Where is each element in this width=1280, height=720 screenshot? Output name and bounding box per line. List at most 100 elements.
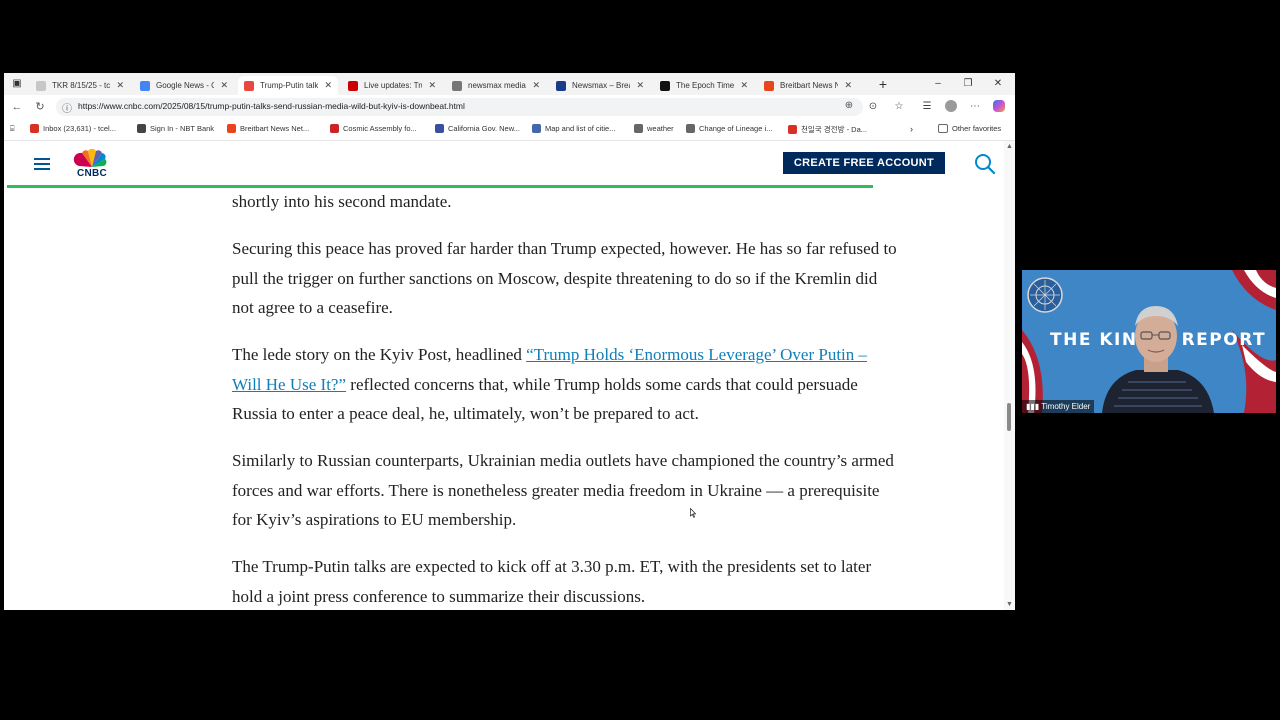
- tab-favicon-icon: [452, 80, 462, 91]
- favorite-link[interactable]: 천일국 경전방 - Da...: [788, 124, 867, 135]
- favorite-star-icon[interactable]: ☆: [892, 100, 906, 114]
- menu-hamburger-icon[interactable]: [34, 158, 50, 170]
- favorite-label: weather: [647, 124, 674, 133]
- cnbc-logo[interactable]: CNBC: [71, 148, 113, 181]
- article-paragraph: shortly into his second mandate.: [232, 192, 452, 211]
- tab-close-icon[interactable]: ✕: [532, 80, 540, 91]
- paragraph-text: The lede story on the Kyiv Post, headlin…: [232, 345, 527, 364]
- favorite-link[interactable]: weather: [634, 124, 674, 133]
- tab-title: Newsmax – Breaki: [572, 81, 630, 90]
- article-paragraph: The Trump-Putin talks are expected to ki…: [232, 557, 872, 606]
- mouse-cursor-icon: [690, 508, 696, 518]
- search-icon[interactable]: [974, 153, 996, 175]
- favorite-label: Cosmic Assembly fo...: [343, 124, 417, 133]
- tab-close-icon[interactable]: ✕: [636, 80, 644, 91]
- scroll-down-icon[interactable]: ▼: [1006, 601, 1013, 608]
- favorite-label: Sign In - NBT Bank: [150, 124, 215, 133]
- tab-favicon-icon: [556, 80, 566, 91]
- scrollbar-thumb[interactable]: [1007, 403, 1011, 431]
- collections-icon[interactable]: ☰: [920, 100, 934, 114]
- other-favorites[interactable]: Other favorites: [938, 124, 1001, 133]
- copilot-icon[interactable]: [992, 100, 1006, 114]
- browser-tab[interactable]: Newsmax – Breaki ✕: [550, 76, 650, 95]
- restore-button[interactable]: ❐: [959, 75, 977, 93]
- tab-close-icon[interactable]: ✕: [220, 80, 228, 91]
- article-paragraph: The lede story on the Kyiv Post, headlin…: [232, 340, 900, 429]
- tab-title: TKR 8/15/25 - tcel: [52, 81, 111, 90]
- article-body: shortly into his second mandate. Securin…: [232, 187, 900, 610]
- url-text[interactable]: https://www.cnbc.com/2025/08/15/trump-pu…: [78, 101, 465, 111]
- favorite-label: Map and list of citie...: [545, 124, 616, 133]
- favorite-icon: [634, 124, 643, 133]
- article-paragraph: Similarly to Russian counterparts, Ukrai…: [232, 451, 894, 529]
- create-free-account-button[interactable]: CREATE FREE ACCOUNT: [783, 152, 945, 174]
- browser-tab[interactable]: TKR 8/15/25 - tcel ✕: [30, 76, 130, 95]
- favorite-icon: [227, 124, 236, 133]
- participant-name-label: ▮▮▮ Timothy Elder: [1022, 400, 1095, 413]
- favorite-icon: [330, 124, 339, 133]
- close-window-button[interactable]: ✕: [989, 75, 1007, 93]
- tab-favicon-icon: [764, 80, 774, 91]
- minimize-button[interactable]: –: [929, 75, 947, 93]
- favorite-label: California Gov. New...: [448, 124, 520, 133]
- favorite-link[interactable]: Cosmic Assembly fo...: [330, 124, 417, 133]
- tab-close-icon[interactable]: ✕: [324, 80, 332, 91]
- tab-title: The Epoch Times |: [676, 81, 735, 90]
- tab-title: Live updates: Trum: [364, 81, 422, 90]
- browser-tab[interactable]: Google News - Ov ✕: [134, 76, 234, 95]
- favorite-icon: [788, 125, 797, 134]
- seal-icon: [1027, 277, 1063, 313]
- webcam-overlay: THE KIN REPORT ▮▮▮ Timothy Elder: [1022, 270, 1276, 413]
- browser-tab[interactable]: Trump-Putin talks ✕: [238, 76, 338, 95]
- refresh-icon[interactable]: ↻: [33, 100, 47, 114]
- favorite-label: 천일국 경전방 - Da...: [801, 125, 867, 134]
- tab-close-icon[interactable]: ✕: [844, 80, 852, 91]
- peacock-icon: [73, 148, 107, 167]
- favorite-link[interactable]: Map and list of citie...: [532, 124, 615, 133]
- favorites-toggle-icon[interactable]: ⌸: [10, 124, 15, 134]
- address-toolbar: ← ↻ ⓘ https://www.cnbc.com/2025/08/15/tr…: [4, 95, 1015, 119]
- tab-actions-icon[interactable]: ▣: [10, 77, 24, 91]
- tab-favicon-icon: [244, 80, 254, 91]
- scroll-up-icon[interactable]: ▲: [1006, 143, 1013, 150]
- logo-wordmark: CNBC: [76, 168, 108, 179]
- more-menu-icon[interactable]: ⋯: [968, 100, 982, 114]
- signal-bars-icon: ▮▮▮: [1026, 402, 1040, 411]
- favorites-overflow-icon[interactable]: ›: [910, 124, 913, 134]
- favorite-icon: [30, 124, 39, 133]
- favorite-link[interactable]: California Gov. New...: [435, 124, 520, 133]
- tab-title: Breitbart News Ne: [780, 81, 839, 90]
- tab-favicon-icon: [660, 80, 670, 91]
- tab-title: Trump-Putin talks: [260, 81, 319, 90]
- favorite-label: Inbox (23,631) - tcel...: [43, 124, 116, 133]
- zoom-icon[interactable]: ⊕: [842, 100, 856, 111]
- favorite-link[interactable]: Inbox (23,631) - tcel...: [30, 124, 116, 133]
- favorite-link[interactable]: Breitbart News Net...: [227, 124, 309, 133]
- browser-tab[interactable]: Live updates: Trum ✕: [342, 76, 442, 95]
- reader-icon[interactable]: ⊙: [866, 100, 880, 114]
- address-bar[interactable]: ⓘ https://www.cnbc.com/2025/08/15/trump-…: [56, 98, 863, 116]
- site-info-icon[interactable]: ⓘ: [60, 100, 74, 115]
- tab-close-icon[interactable]: ✕: [116, 80, 124, 91]
- tab-title: Google News - Ov: [156, 81, 215, 90]
- favorite-icon: [686, 124, 695, 133]
- favorite-link[interactable]: Change of Lineage i...: [686, 124, 772, 133]
- tab-favicon-icon: [140, 80, 150, 91]
- folder-icon: [938, 124, 948, 133]
- favorite-label: Change of Lineage i...: [699, 124, 773, 133]
- new-tab-button[interactable]: +: [876, 77, 890, 91]
- page-scrollbar[interactable]: ▲ ▼: [1004, 141, 1015, 610]
- participant-name: Timothy Elder: [1041, 402, 1091, 411]
- tab-close-icon[interactable]: ✕: [428, 80, 436, 91]
- browser-tab[interactable]: The Epoch Times | ✕: [654, 76, 754, 95]
- article-paragraph: Securing this peace has proved far harde…: [232, 239, 897, 317]
- profile-avatar[interactable]: [944, 100, 958, 114]
- tab-favicon-icon: [36, 80, 46, 91]
- browser-window: ▣ TKR 8/15/25 - tcel✕Google News - Ov✕Tr…: [4, 73, 1015, 610]
- browser-tab[interactable]: Breitbart News Ne ✕: [758, 76, 858, 95]
- back-icon[interactable]: ←: [10, 100, 24, 114]
- tab-close-icon[interactable]: ✕: [740, 80, 748, 91]
- site-header: CNBC CREATE FREE ACCOUNT: [4, 141, 1004, 188]
- browser-tab[interactable]: newsmax media - ✕: [446, 76, 546, 95]
- favorite-link[interactable]: Sign In - NBT Bank: [137, 124, 214, 133]
